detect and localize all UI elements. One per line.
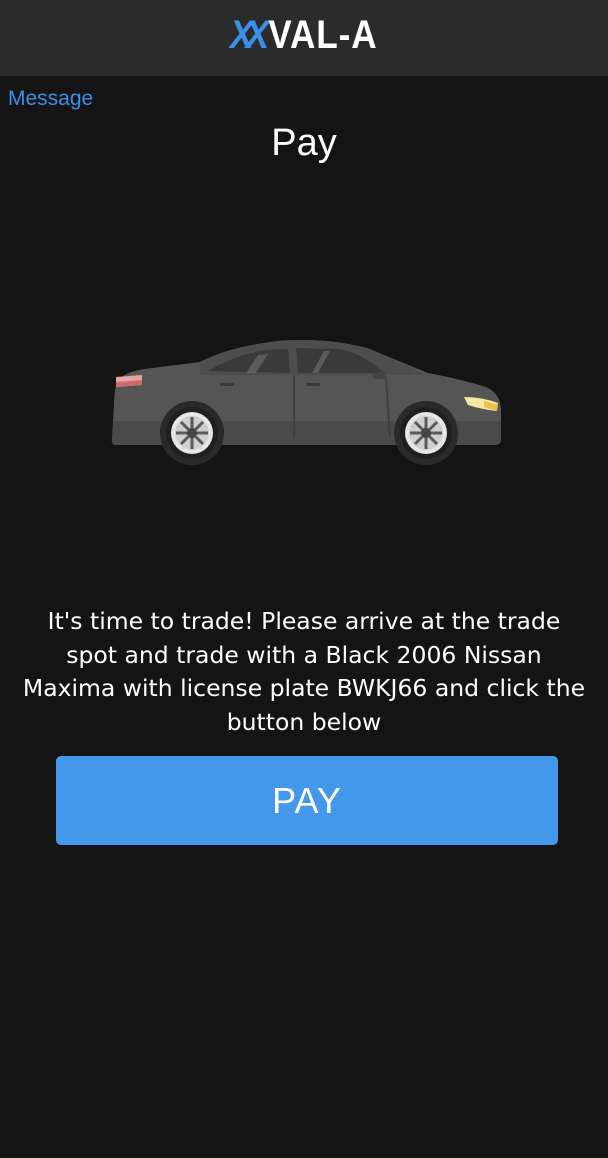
trade-instructions: It's time to trade! Please arrive at the… [22,607,586,736]
page-title: Pay [271,122,337,164]
app-logo: XX VAL-A [230,13,377,58]
car-icon [111,340,501,465]
logo-mark: XX [230,12,269,57]
message-link[interactable]: Message [8,87,93,111]
top-bar: XX VAL-A [0,0,608,76]
pay-button[interactable]: PAY [56,756,558,845]
logo-text: VAL-A [268,12,378,57]
